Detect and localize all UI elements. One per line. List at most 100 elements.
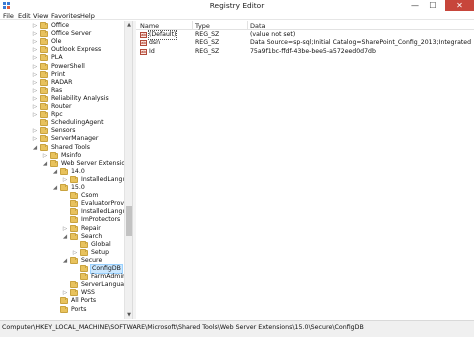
tree-item[interactable]: Global [0,240,124,249]
collapse-arrow-icon[interactable]: ◢ [52,184,58,192]
menu-favorites[interactable]: Favorites [51,12,80,20]
menu-view[interactable]: View [33,12,48,20]
tree-item[interactable]: ▷ Router [0,103,124,111]
expand-arrow-icon[interactable]: ▷ [32,127,38,135]
menu-file[interactable]: File [3,12,14,20]
expand-arrow-icon[interactable]: ▷ [32,71,38,79]
folder-icon [70,289,78,297]
list-header: Name Type Data [136,21,474,30]
expand-arrow-icon[interactable]: ▷ [62,176,68,184]
values-list[interactable]: Name Type Data ab (Default) REG_SZ (value n… [136,21,474,319]
tree-item[interactable]: ▷ ServerManager [0,135,124,143]
expand-arrow-icon[interactable]: ▷ [32,63,38,71]
menu-help[interactable]: Help [80,12,95,20]
expand-arrow-icon[interactable]: ▷ [62,225,68,233]
tree-item[interactable]: FarmAdmin [0,273,126,281]
tree-item-label: Office [51,22,70,29]
tree-item[interactable]: ▷ Setup [0,248,124,257]
tree-item[interactable]: ◢ 15.0 [0,184,124,192]
tree-item[interactable]: ▷ Repair [0,224,124,233]
expand-arrow-icon[interactable]: ▷ [32,135,38,143]
expand-arrow-icon[interactable]: ▷ [32,30,38,38]
tree-item[interactable]: ▷ WSS [0,289,124,297]
tree-item-label: Router [51,103,72,110]
status-bar: Computer\HKEY_LOCAL_MACHINE\SOFTWARE\Mic… [0,320,474,337]
expand-arrow-icon[interactable]: ▷ [32,22,38,30]
tree-item[interactable]: ▷ RADAR [0,78,124,87]
tree-item[interactable]: ▷ Print [0,70,124,79]
expand-arrow-icon[interactable]: ▷ [42,152,48,160]
tree-item[interactable]: ServerLanguage [0,281,132,289]
expand-arrow-icon[interactable]: ▷ [32,46,38,54]
tree-item[interactable]: InstalledLanguage [0,208,132,216]
column-divider[interactable] [192,21,193,30]
tree-item[interactable]: EvaluatorProvision [0,200,132,208]
tree-item-label: PLA [51,54,63,62]
tree-item[interactable]: ▷ Ole [0,38,124,46]
value-type: REG_SZ [195,31,220,38]
tree-item[interactable]: ImProtectors [0,216,124,224]
tree-item[interactable]: SchedulingAgent [0,119,124,127]
tree-item-label: Sensors [51,127,76,135]
tree-item[interactable]: ▷ Msinfo [0,151,124,160]
tree-item[interactable]: ▷ Office Server [0,30,124,38]
tree-item[interactable]: Csom [0,192,124,200]
folder-icon [70,256,78,264]
folder-icon [80,265,88,272]
tree-item-label: ConfigDB [90,264,123,274]
registry-tree[interactable]: ▷ Office ▷ Office Server ▷ Ole ▷ Outlook Expres… [0,21,132,319]
tree-item-label: SchedulingAgent [51,119,104,127]
close-button[interactable]: ✕ [445,0,474,11]
tree-item[interactable]: ▷ Sensors [0,127,124,135]
tree-item[interactable]: Ports [0,305,124,314]
tree-item-label: Reliability Analysis [51,94,109,102]
maximize-button[interactable]: ☐ [424,0,442,11]
tree-item[interactable]: All Ports [0,297,124,305]
tree-item[interactable]: ◢ 14.0 [0,167,124,176]
column-header-data[interactable]: Data [250,22,266,30]
expand-arrow-icon[interactable]: ▷ [72,249,78,257]
expand-arrow-icon[interactable]: ▷ [32,87,38,95]
column-divider[interactable] [247,21,248,30]
tree-item[interactable]: ConfigDB [0,264,124,274]
collapse-arrow-icon[interactable]: ◢ [62,257,68,265]
tree-item[interactable]: ◢ Search [0,232,124,241]
expand-arrow-icon[interactable]: ▷ [32,111,38,119]
expand-arrow-icon[interactable]: ▷ [62,289,68,297]
collapse-arrow-icon[interactable]: ◢ [32,144,38,152]
tree-item[interactable]: ▷InstalledLanguage [0,175,132,184]
tree-item-label: Shared Tools [51,143,90,151]
tree-item[interactable]: ◢ Secure [0,256,124,265]
value-row[interactable]: ab dsn REG_SZ Data Source=sp-sql;Initial Ca… [136,39,474,47]
value-row[interactable]: ab (Default) REG_SZ (value not set) [136,30,474,40]
folder-icon [50,159,58,167]
tree-item[interactable]: ▷ PowerShell [0,62,124,71]
menu-edit[interactable]: Edit [18,12,31,20]
expand-arrow-icon[interactable]: ▷ [32,38,38,46]
tree-item[interactable]: ▷ PLA [0,54,124,62]
collapse-arrow-icon[interactable]: ◢ [42,160,48,168]
tree-item[interactable]: ◢ Web Server Extensions [0,159,132,168]
tree-item[interactable]: ▷ Ras [0,86,124,95]
expand-arrow-icon[interactable]: ▷ [32,79,38,87]
collapse-arrow-icon[interactable]: ◢ [62,233,68,241]
tree-item[interactable]: ▷ Office [0,22,124,30]
expand-arrow-icon[interactable]: ▷ [32,95,38,103]
column-header-name[interactable]: Name [140,22,159,30]
tree-item[interactable]: ▷ Outlook Express [0,46,124,54]
collapse-arrow-icon[interactable]: ◢ [52,168,58,176]
tree-item[interactable]: ▷ Reliability Analysis [0,94,124,103]
tree-item[interactable]: ◢ Shared Tools [0,143,124,152]
tree-scrollbar[interactable]: ▲ ▼ [124,21,132,319]
expand-arrow-icon[interactable]: ▷ [32,54,38,62]
tree-item-label: Ras [51,86,63,94]
value-row[interactable]: ab Id REG_SZ 75a9f1bc-ffdf-43be-bee5-a572ee… [136,48,474,56]
expand-arrow-icon[interactable]: ▷ [32,103,38,111]
tree-item-label: Outlook Express [51,46,102,54]
tree-item-label: Global [91,240,111,248]
tree-item[interactable]: ▷ Rpc [0,111,124,119]
minimize-button[interactable]: — [406,0,424,11]
column-header-type[interactable]: Type [195,22,210,30]
